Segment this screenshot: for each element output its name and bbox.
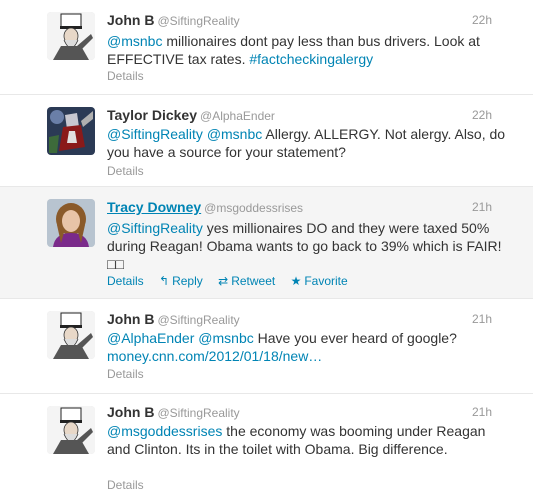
tweet-item[interactable]: John B @SiftingReality 21h @AlphaEnder @m… — [0, 299, 533, 394]
reply-label: Reply — [172, 274, 203, 288]
mention-link[interactable]: @msnbc — [198, 330, 253, 346]
tweet-timestamp[interactable]: 22h — [472, 108, 492, 122]
reply-button[interactable]: ↰ Reply — [159, 274, 203, 288]
author-name[interactable]: John B — [107, 12, 154, 28]
tweet-item[interactable]: Taylor Dickey @AlphaEnder 22h @SiftingRea… — [0, 95, 533, 187]
mention-link[interactable]: @msnbc — [207, 126, 262, 142]
tweet-timestamp[interactable]: 21h — [472, 405, 492, 419]
avatar[interactable] — [47, 406, 95, 454]
mention-link[interactable]: @SiftingReality — [107, 220, 203, 236]
retweet-icon: ⇄ — [218, 274, 229, 288]
details-link[interactable]: Details — [107, 478, 144, 492]
reply-arrow-icon: ↰ — [159, 274, 170, 288]
tweet-item[interactable]: John B @SiftingReality 22h @msnbc million… — [0, 0, 533, 95]
tweet-timestamp[interactable]: 21h — [472, 200, 492, 214]
retweet-button[interactable]: ⇄ Retweet — [218, 274, 275, 288]
tweet-timeline: John B @SiftingReality 22h @msnbc million… — [0, 0, 533, 502]
avatar[interactable] — [47, 311, 95, 359]
author-name[interactable]: Taylor Dickey — [107, 107, 197, 123]
details-link[interactable]: Details — [107, 164, 144, 178]
tweet-text: @SiftingReality yes millionaires DO and … — [107, 219, 507, 273]
favorite-label: Favorite — [304, 274, 348, 288]
url-link[interactable]: money.cnn.com/2012/01/18/new… — [107, 348, 322, 364]
star-icon: ★ — [290, 274, 302, 288]
tweet-timestamp[interactable]: 22h — [472, 13, 492, 27]
details-link[interactable]: Details — [107, 69, 144, 83]
hashtag-link[interactable]: #factcheckingalergy — [249, 51, 373, 67]
tweet-text: @msgoddessrises the economy was booming … — [107, 422, 507, 458]
tweet-text: @AlphaEnder @msnbc Have you ever heard o… — [107, 329, 507, 365]
tweet-text: @msnbc millionaires dont pay less than b… — [107, 32, 507, 68]
avatar[interactable] — [47, 107, 95, 155]
author-handle[interactable]: @SiftingReality — [157, 406, 239, 420]
avatar[interactable] — [47, 199, 95, 247]
author-handle[interactable]: @SiftingReality — [157, 313, 239, 327]
author-name[interactable]: John B — [107, 404, 154, 420]
favorite-button[interactable]: ★ Favorite — [291, 274, 348, 288]
author-name[interactable]: Tracy Downey — [107, 199, 201, 215]
details-link[interactable]: Details — [107, 367, 144, 381]
mention-link[interactable]: @AlphaEnder — [107, 330, 194, 346]
author-handle[interactable]: @msgoddessrises — [204, 201, 303, 215]
retweet-label: Retweet — [231, 274, 276, 288]
mention-link[interactable]: @msgoddessrises — [107, 423, 222, 439]
details-link[interactable]: Details — [107, 274, 144, 288]
tweet-item[interactable]: Tracy Downey @msgoddessrises 21h @Sifting… — [0, 187, 533, 299]
avatar[interactable] — [47, 12, 95, 60]
mention-link[interactable]: @msnbc — [107, 33, 162, 49]
author-handle[interactable]: @AlphaEnder — [200, 109, 275, 123]
tweet-text: @SiftingReality @msnbc Allergy. ALLERGY.… — [107, 125, 507, 161]
author-name[interactable]: John B — [107, 311, 154, 327]
tweet-item[interactable]: John B @SiftingReality 21h @msgoddessrise… — [0, 394, 533, 502]
mention-link[interactable]: @SiftingReality — [107, 126, 203, 142]
author-handle[interactable]: @SiftingReality — [157, 14, 239, 28]
tweet-body: Have you ever heard of google? — [253, 330, 457, 346]
tweet-timestamp[interactable]: 21h — [472, 312, 492, 326]
